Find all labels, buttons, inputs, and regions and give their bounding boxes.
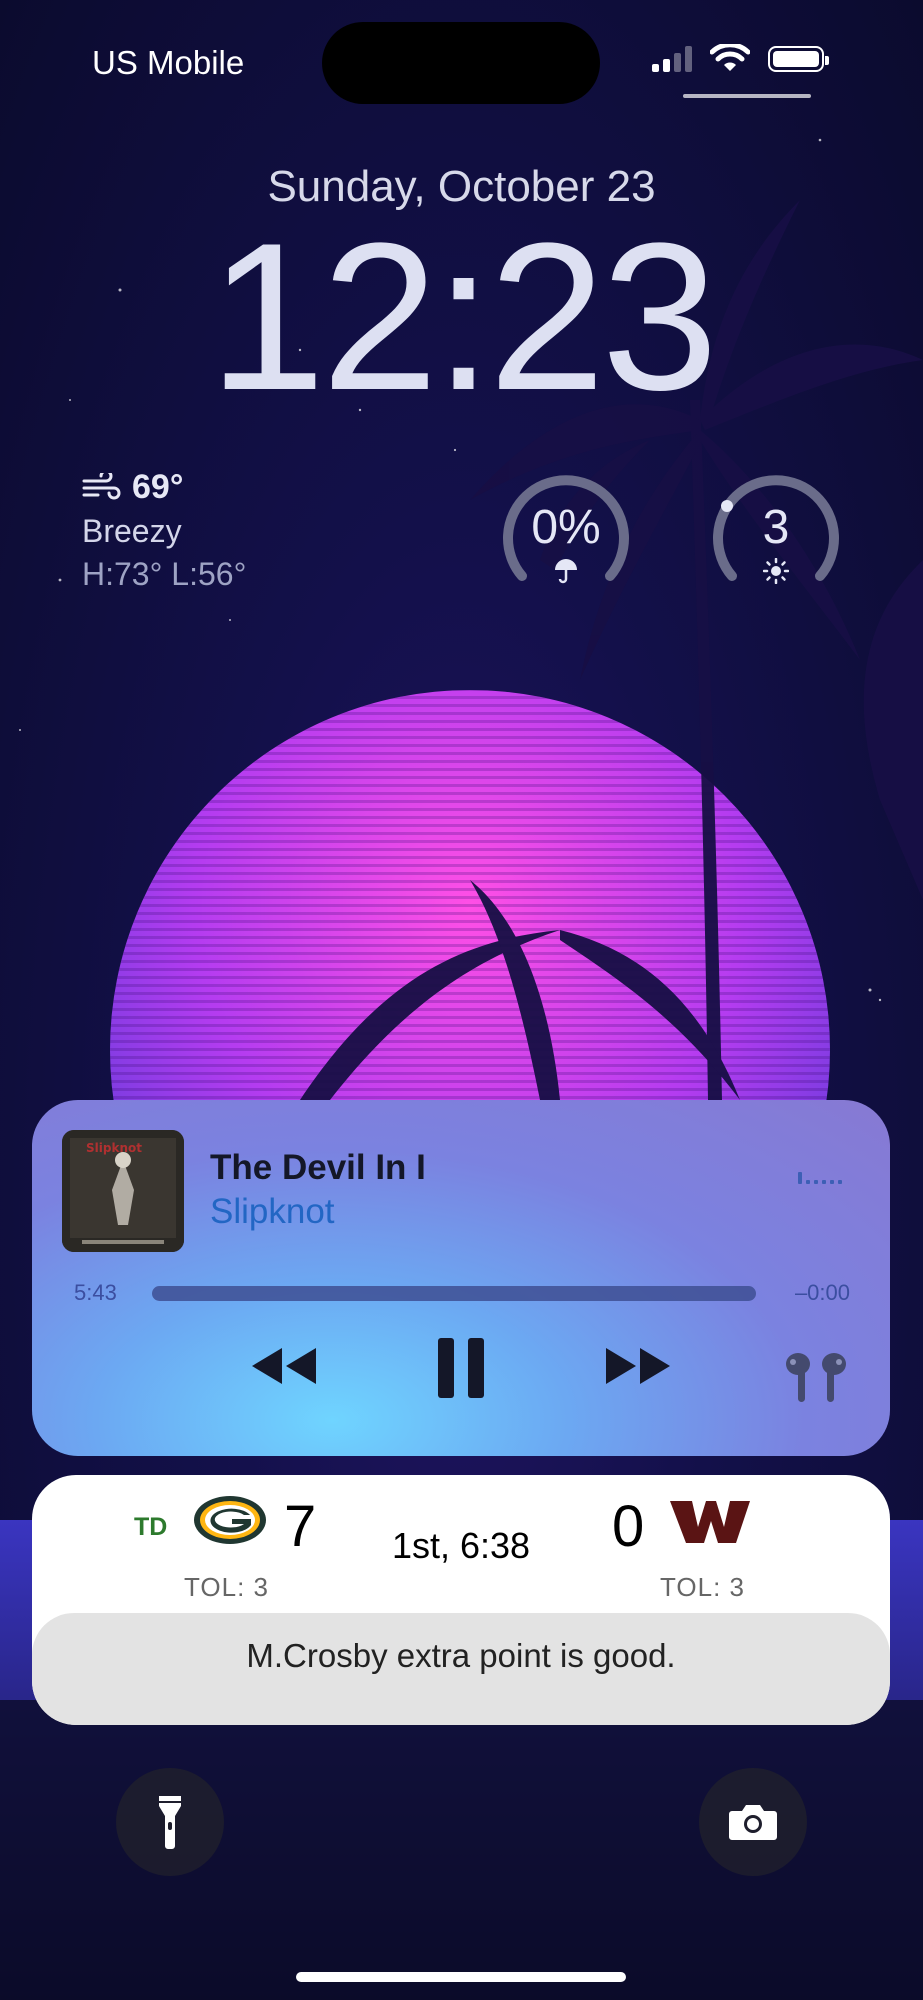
wind-icon [82,472,121,499]
wifi-icon [710,44,750,71]
fast-forward-button[interactable] [602,1342,674,1390]
live-score-widget[interactable]: TD 7 1st, 6:38 0 TOL: 3 TOL: 3 M.Crosby … [32,1475,890,1725]
away-timeouts: TOL: 3 [660,1572,746,1602]
artist-name[interactable]: Slipknot [210,1192,335,1232]
album-art[interactable]: Slipknot [62,1130,184,1252]
commanders-w-logo [670,1501,750,1543]
dynamic-island [322,22,600,104]
audio-waveform-icon [798,1172,842,1184]
home-indicator[interactable] [296,1972,626,1982]
flashlight-icon [159,1796,181,1849]
weather-condition: Breezy [82,513,182,549]
rain-chance-widget[interactable]: 0% [500,466,632,598]
flashlight-button[interactable] [116,1768,224,1876]
status-icons [652,44,829,74]
weather-widget[interactable]: 69° Breezy H:73° L:56° [82,468,246,593]
carrier-label: US Mobile [92,44,245,81]
camera-icon [729,1805,777,1840]
uv-index-value: 3 [762,501,790,554]
camera-button[interactable] [699,1768,807,1876]
playback-progress-bar[interactable] [152,1286,756,1301]
remaining-time: –0:00 [794,1280,850,1305]
rewind-button[interactable] [248,1342,320,1390]
uv-index-widget[interactable]: 3 [710,466,842,598]
rain-chance-value: 0% [531,501,601,554]
battery-icon [768,46,829,72]
elapsed-time: 5:43 [74,1280,117,1305]
sun-icon [762,557,790,585]
weather-high-low: H:73° L:56° [82,556,247,592]
airpods-output-icon[interactable] [778,1350,854,1404]
album-art-text: Slipknot [86,1141,142,1155]
cellular-signal-icon [652,46,692,72]
home-timeouts: TOL: 3 [184,1572,270,1602]
umbrella-icon [555,559,577,584]
now-playing-widget[interactable]: Slipknot The Devil In I Slipknot 5:43 –0… [32,1100,890,1456]
weather-temperature: 69° [132,468,184,506]
song-title: The Devil In I [210,1148,426,1187]
album-art-image: Slipknot [62,1130,184,1252]
status-indicator-line [683,94,811,98]
last-play-description: M.Crosby extra point is good. [32,1613,890,1725]
lock-screen-clock: 12:23 [208,199,719,434]
away-team-score: 0 [612,1494,645,1559]
pause-button[interactable] [434,1336,490,1400]
game-period-clock: 1st, 6:38 [391,1525,531,1566]
